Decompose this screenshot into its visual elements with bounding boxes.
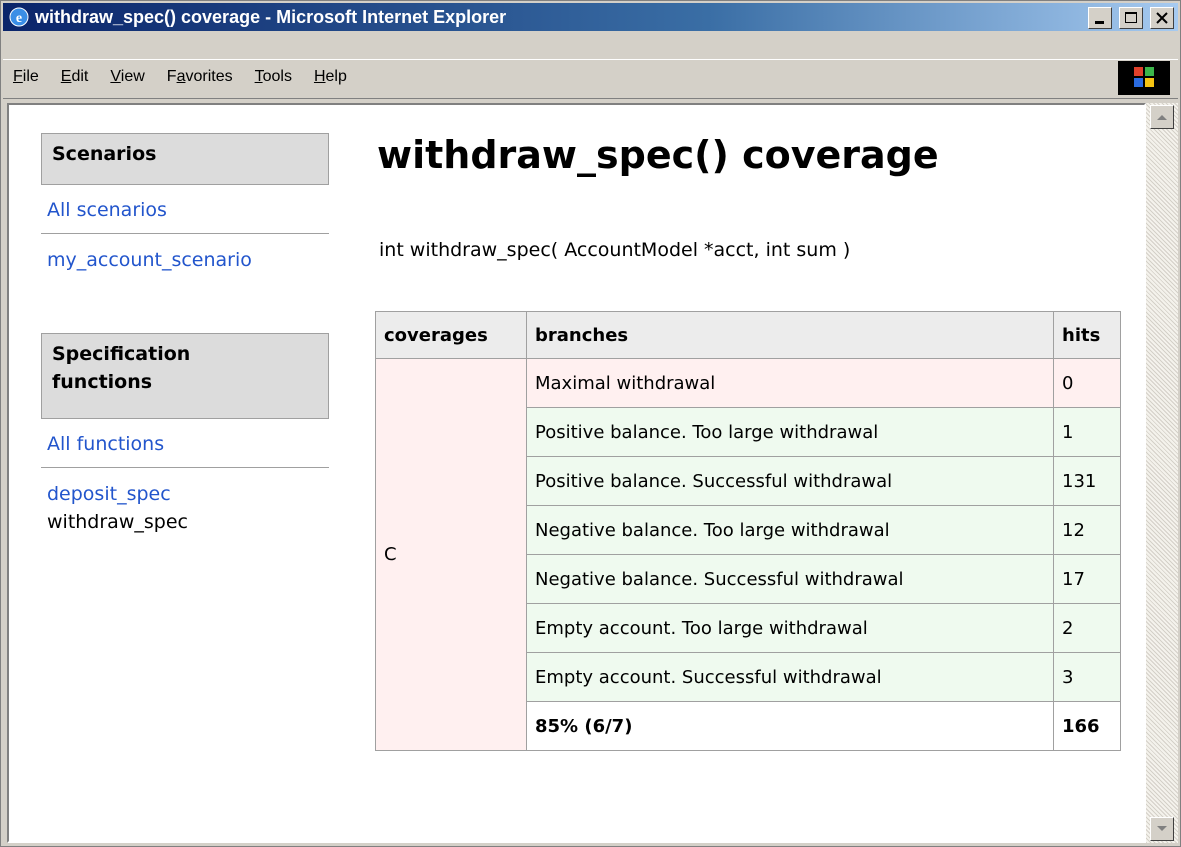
- title-bar[interactable]: e withdraw_spec() coverage - Microsoft I…: [3, 3, 1178, 31]
- svg-text:e: e: [16, 11, 22, 26]
- close-button[interactable]: [1150, 7, 1174, 29]
- column-header-hits: hits: [1053, 311, 1121, 359]
- hits-cell: 131: [1053, 456, 1121, 506]
- table-row: C Maximal withdrawal 0: [375, 358, 1121, 751]
- vertical-scrollbar[interactable]: [1146, 103, 1178, 843]
- windows-logo-icon: [1118, 61, 1170, 95]
- ie-icon: e: [9, 7, 29, 27]
- all-functions-link[interactable]: All functions: [47, 433, 164, 455]
- maximize-button[interactable]: [1118, 7, 1143, 29]
- deposit-spec-link[interactable]: deposit_spec: [47, 483, 171, 505]
- window-controls: [1086, 7, 1174, 29]
- branch-cell: Negative balance. Too large withdrawal: [526, 505, 1054, 555]
- hits-cell: 0: [1053, 358, 1121, 408]
- hits-cell: 3: [1053, 652, 1121, 702]
- menu-item[interactable]: Help: [314, 68, 347, 86]
- branch-cell: Negative balance. Successful withdrawal: [526, 554, 1054, 604]
- branch-cell: Positive balance. Too large withdrawal: [526, 407, 1054, 457]
- scenario-link[interactable]: my_account_scenario: [47, 249, 252, 271]
- menu-item[interactable]: Tools: [255, 68, 292, 86]
- specification-functions-heading: Specification functions: [41, 333, 329, 419]
- scroll-down-button[interactable]: [1150, 817, 1174, 841]
- menu-item[interactable]: File: [13, 68, 39, 86]
- table-header-row: coverages branches hits: [375, 311, 1121, 359]
- browser-window: e withdraw_spec() coverage - Microsoft I…: [0, 0, 1181, 847]
- scroll-up-button[interactable]: [1150, 105, 1174, 129]
- hits-cell: 1: [1053, 407, 1121, 457]
- menu-items: File Edit View Favorites Tools Help: [13, 68, 369, 86]
- current-function: withdraw_spec: [47, 511, 188, 533]
- functions-heading-line2: functions: [52, 371, 153, 393]
- all-scenarios-link[interactable]: All scenarios: [47, 199, 167, 221]
- branch-cell: Empty account. Successful withdrawal: [526, 652, 1054, 702]
- menu-bar: File Edit View Favorites Tools Help: [3, 59, 1178, 99]
- window-title: withdraw_spec() coverage - Microsoft Int…: [35, 7, 507, 27]
- coverage-table-body: C Maximal withdrawal 0 Positive balance. To…: [375, 358, 1121, 751]
- total-coverage-cell: 85% (6/7): [526, 701, 1054, 751]
- minimize-button[interactable]: [1087, 7, 1112, 29]
- page-content: Scenarios All scenarios my_account_scena…: [9, 105, 1144, 841]
- scenarios-heading: Scenarios: [41, 133, 329, 185]
- menu-item[interactable]: Favorites: [167, 68, 233, 86]
- column-header-branches: branches: [526, 311, 1054, 359]
- branch-cell: Positive balance. Successful withdrawal: [526, 456, 1054, 506]
- menu-item[interactable]: View: [110, 68, 144, 86]
- page-title: withdraw_spec() coverage: [377, 133, 939, 177]
- hits-cell: 12: [1053, 505, 1121, 555]
- sidebar-divider: [41, 467, 329, 468]
- page-viewport: Scenarios All scenarios my_account_scena…: [7, 103, 1146, 843]
- coverage-cell: C: [375, 358, 527, 751]
- total-hits-cell: 166: [1053, 701, 1121, 751]
- branch-cell: Empty account. Too large withdrawal: [526, 603, 1054, 653]
- functions-heading-line1: Specification: [52, 343, 191, 365]
- function-signature: int withdraw_spec( AccountModel *acct, i…: [379, 239, 851, 261]
- menu-item[interactable]: Edit: [61, 68, 89, 86]
- hits-cell: 2: [1053, 603, 1121, 653]
- hits-cell: 17: [1053, 554, 1121, 604]
- coverage-table: coverages branches hits C Maximal withdra…: [375, 311, 1121, 751]
- column-header-coverages: coverages: [375, 311, 527, 359]
- sidebar-divider: [41, 233, 329, 234]
- branch-cell: Maximal withdrawal: [526, 358, 1054, 408]
